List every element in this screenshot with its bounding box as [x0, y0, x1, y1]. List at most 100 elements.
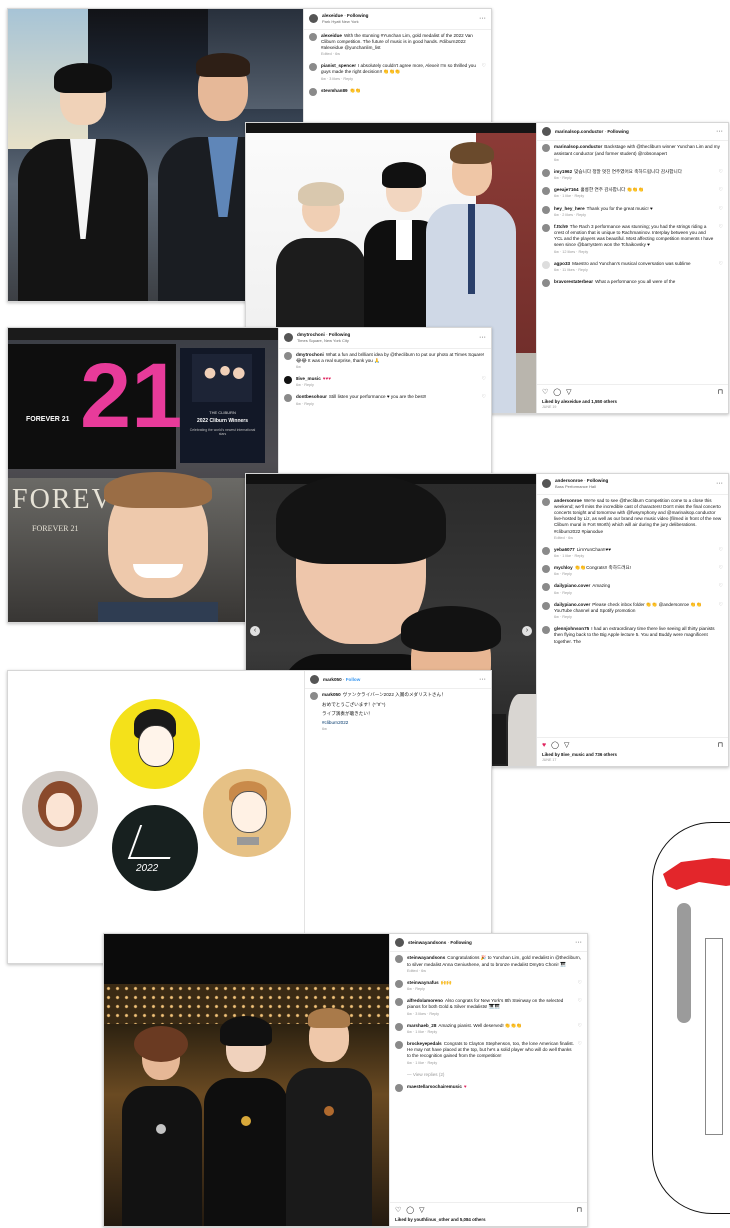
heart-icon[interactable]: ♡: [719, 565, 723, 572]
following-button[interactable]: Following: [587, 478, 608, 483]
avatar[interactable]: [395, 955, 403, 964]
like-icon[interactable]: ♥: [542, 741, 546, 750]
likes-count[interactable]: Liked by youthlinus_other and 5,084 othe…: [395, 1217, 582, 1223]
location[interactable]: Bass Performance Hall: [555, 484, 608, 489]
comment-username[interactable]: hey_hey_here: [554, 206, 585, 211]
more-icon[interactable]: ···: [716, 479, 723, 488]
share-icon[interactable]: ▽: [564, 741, 569, 750]
following-button[interactable]: Following: [607, 129, 628, 134]
heart-icon[interactable]: ♡: [578, 998, 582, 1005]
comment-username[interactable]: dontbesohour: [296, 394, 327, 399]
avatar[interactable]: [284, 394, 292, 403]
heart-icon[interactable]: ♡: [719, 169, 723, 176]
avatar[interactable]: [542, 260, 550, 269]
comment-meta[interactable]: 6w · Reply: [554, 176, 716, 181]
comment-username[interactable]: agpo33: [554, 261, 570, 266]
username[interactable]: alexeidue: [322, 13, 343, 18]
avatar[interactable]: [542, 168, 550, 177]
avatar[interactable]: [395, 938, 404, 948]
comment-username[interactable]: alfredolamoreno: [407, 998, 443, 1003]
comment-meta[interactable]: 6w · 2 likes · Reply: [554, 213, 716, 218]
comment-username[interactable]: maestellarsochairemusic: [407, 1084, 462, 1089]
username[interactable]: mark050: [323, 677, 342, 682]
avatar[interactable]: [542, 583, 550, 592]
heart-icon[interactable]: ♡: [719, 187, 723, 194]
avatar[interactable]: [284, 376, 292, 385]
comment-username[interactable]: imy1962: [554, 169, 572, 174]
caption-hashtag[interactable]: #cliburn2022: [322, 720, 486, 726]
comment-username[interactable]: f.ttch9: [554, 224, 568, 229]
avatar[interactable]: [395, 979, 403, 988]
heart-icon[interactable]: ♡: [719, 602, 723, 609]
caption-username[interactable]: alexeidue: [321, 33, 342, 38]
heart-icon[interactable]: ♡: [578, 1023, 582, 1030]
location[interactable]: Park Hyatt New York: [322, 19, 368, 24]
post-photo[interactable]: 21 FOREVER 21 THE CLIBURN 2022 Cliburn W…: [8, 328, 278, 622]
avatar[interactable]: [310, 675, 319, 685]
username[interactable]: marinalsop.conductor: [555, 129, 603, 134]
heart-icon[interactable]: ♡: [719, 547, 723, 554]
comment-meta[interactable]: 6w · Reply: [296, 383, 479, 388]
comment-username[interactable]: yeba6077: [554, 547, 575, 552]
comment-username[interactable]: dailypiano.cover: [554, 602, 590, 607]
comment-username[interactable]: brockeyepedals: [407, 1041, 442, 1046]
more-icon[interactable]: ···: [716, 127, 723, 136]
follow-button[interactable]: Follow: [346, 677, 361, 682]
username[interactable]: steinwayandsons: [408, 940, 446, 945]
following-button[interactable]: Following: [347, 13, 368, 18]
avatar[interactable]: [542, 223, 550, 232]
avatar[interactable]: [284, 351, 292, 360]
more-icon[interactable]: ···: [479, 14, 486, 23]
comment-meta[interactable]: 6w · 12 likes · Reply: [554, 250, 716, 255]
location[interactable]: Times Square, New York City: [297, 338, 350, 343]
heart-icon[interactable]: ♡: [482, 376, 486, 383]
comment-icon[interactable]: ◯: [553, 388, 561, 397]
avatar[interactable]: [395, 998, 403, 1007]
prev-arrow-icon[interactable]: ‹: [250, 626, 260, 636]
username[interactable]: andersonroe: [555, 478, 583, 483]
like-icon[interactable]: ♡: [395, 1206, 401, 1215]
avatar[interactable]: [542, 144, 550, 153]
comment-meta[interactable]: 6w · 11 likes · Reply: [554, 268, 716, 273]
avatar[interactable]: [284, 333, 293, 343]
more-icon[interactable]: ···: [479, 675, 486, 684]
comment-meta[interactable]: 6w · 3 likes · Reply: [321, 77, 479, 82]
view-replies-label[interactable]: — View replies (2): [407, 1072, 444, 1078]
next-arrow-icon[interactable]: ›: [522, 626, 532, 636]
avatar[interactable]: [395, 1083, 403, 1092]
caption-username[interactable]: dmytrochoni: [296, 352, 324, 357]
avatar[interactable]: [542, 127, 551, 137]
heart-icon[interactable]: ♡: [719, 261, 723, 268]
avatar[interactable]: [542, 546, 550, 555]
comment-meta[interactable]: 6w · 1 like · Reply: [407, 1061, 575, 1066]
save-icon[interactable]: ⊓: [577, 1206, 582, 1215]
comment-username[interactable]: mychloy: [554, 565, 573, 570]
comment-username[interactable]: glennjohnson75: [554, 626, 589, 631]
more-icon[interactable]: ···: [479, 333, 486, 342]
comment-meta[interactable]: 6w · 1 like · Reply: [554, 554, 716, 559]
like-icon[interactable]: ♡: [542, 388, 548, 397]
more-icon[interactable]: ···: [575, 938, 582, 947]
avatar[interactable]: [542, 187, 550, 196]
comment-icon[interactable]: ◯: [406, 1206, 414, 1215]
comment-username[interactable]: 8ive_music: [296, 376, 321, 381]
avatar[interactable]: [395, 1041, 403, 1050]
save-icon[interactable]: ⊓: [718, 388, 723, 397]
comment-meta[interactable]: 6w · 1 like · Reply: [407, 1030, 575, 1035]
following-button[interactable]: Following: [329, 332, 350, 337]
avatar[interactable]: [542, 279, 550, 288]
caption-username[interactable]: mark050: [322, 692, 341, 697]
caption-username[interactable]: steinwayandsons: [407, 955, 445, 960]
avatar[interactable]: [395, 1022, 403, 1031]
avatar[interactable]: [542, 497, 550, 506]
heart-icon[interactable]: ♡: [482, 394, 486, 401]
avatar[interactable]: [309, 14, 318, 24]
heart-icon[interactable]: ♡: [719, 583, 723, 590]
avatar[interactable]: [309, 87, 317, 96]
comment-meta[interactable]: 6w · Reply: [407, 987, 575, 992]
caption-username[interactable]: andersonroe: [554, 498, 582, 503]
avatar[interactable]: [542, 601, 550, 610]
comment-meta[interactable]: 6w · Reply: [296, 402, 479, 407]
comment-meta[interactable]: 6w · Reply: [554, 572, 716, 577]
avatar[interactable]: [542, 479, 551, 489]
